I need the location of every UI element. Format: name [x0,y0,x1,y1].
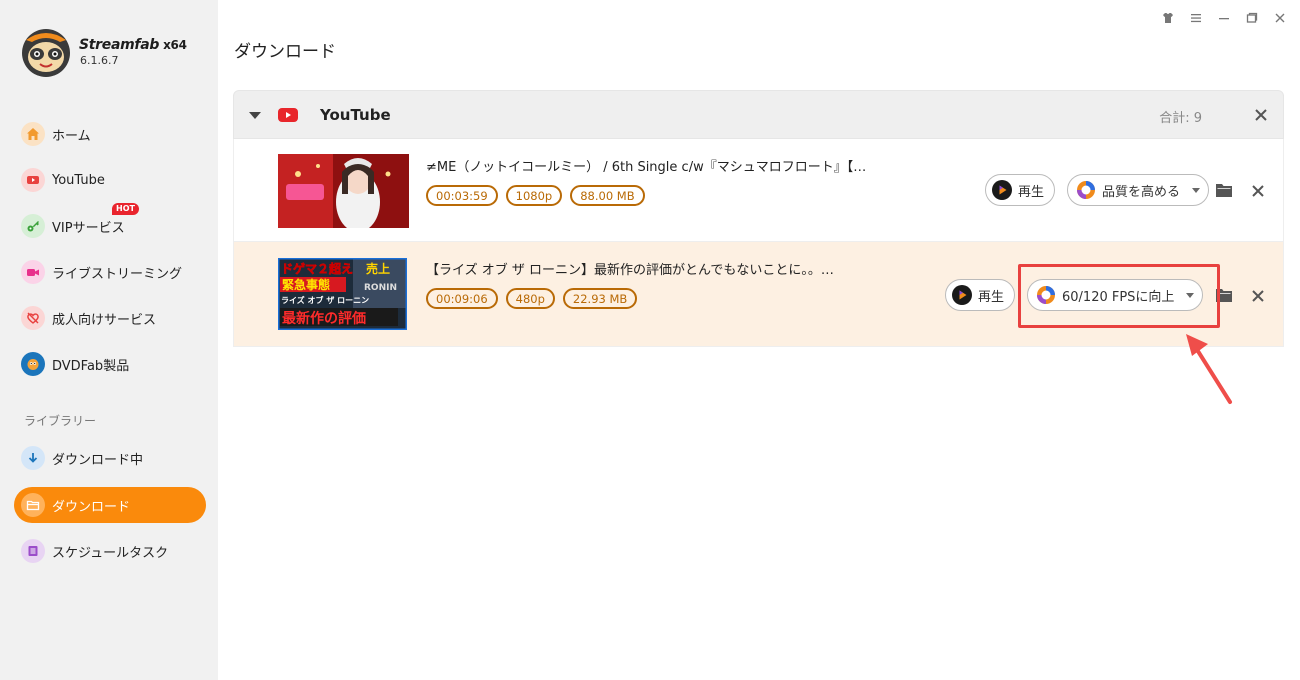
minimize-icon[interactable] [1216,10,1232,26]
list-item: ≠ME（ノットイコールミー） / 6th Single c/w『マシュマロフロー… [233,139,1284,242]
play-icon [952,285,972,305]
size-badge: 88.00 MB [570,185,645,206]
camera-icon [21,260,45,284]
window-controls [1160,10,1288,26]
thumb-text: 売上 [366,261,390,276]
thumb-text: ドゲマ２超え [281,261,353,276]
enhance-icon [1077,181,1095,199]
sidebar-item-label: VIPサービス [52,220,125,236]
sidebar-item-dvdfab[interactable]: DVDFab製品 [14,346,206,382]
size-badge: 22.93 MB [562,288,638,309]
app-version: 6.1.6.7 [80,54,119,67]
download-icon [21,446,45,470]
close-icon[interactable] [1272,10,1288,26]
enhance-label: 品質を高める [1102,184,1181,200]
youtube-logo-icon [278,108,298,122]
enhance-dropdown[interactable]: 品質を高める [1067,174,1210,206]
sidebar-item-label: ライブストリーミング [52,266,183,282]
resolution-badge: 1080p [505,185,563,206]
dvdfab-icon [21,352,45,376]
menu-icon[interactable] [1188,10,1204,26]
key-icon [21,214,45,238]
sidebar-item-vip[interactable]: VIPサービス HOT [14,203,206,244]
restore-icon[interactable] [1244,10,1260,26]
play-icon [992,180,1012,200]
video-tags: 00:09:06 480p 22.93 MB [426,288,638,309]
page-title: ダウンロード [234,42,336,62]
adult-icon [21,306,45,330]
sidebar-item-label: 成人向けサービス [52,312,157,328]
sidebar-item-label: YouTube [52,172,105,188]
group-total: 合計: 9 [1159,111,1202,126]
remove-item-icon[interactable] [1251,184,1265,198]
sidebar-item-schedule[interactable]: スケジュールタスク [14,533,206,569]
sidebar-item-downloads[interactable]: ダウンロード [14,487,206,523]
home-icon [21,122,45,146]
duration-badge: 00:09:06 [426,288,498,309]
thumb-text: 緊急事態 [282,277,330,292]
youtube-icon [21,168,45,192]
remove-item-icon[interactable] [1251,289,1265,303]
sidebar-item-live-streaming[interactable]: ライブストリーミング [14,254,206,290]
sidebar-item-label: ホーム [52,128,91,144]
thumb-text: 最新作の評価 [282,310,366,327]
streamfab-logo [22,29,70,77]
video-title: ≠ME（ノットイコールミー） / 6th Single c/w『マシュマロフロー… [426,160,867,175]
brand-arch: x64 [163,38,187,52]
sidebar-item-downloading[interactable]: ダウンロード中 [14,440,206,476]
thumb-text: RONIN [364,283,397,293]
video-title: 【ライズ オブ ザ ローニン】最新作の評価がとんでもないことに。。… [426,263,834,278]
play-button[interactable]: 再生 [985,174,1056,206]
folder-icon [21,493,45,517]
sidebar-item-home[interactable]: ホーム [14,116,206,152]
sidebar-item-label: ダウンロード [52,499,131,515]
collapse-caret-icon[interactable] [249,112,261,119]
sidebar: Streamfab x64 6.1.6.7 ホーム YouTube VIPサービス… [0,0,218,680]
annotation-arrow-icon [1186,334,1232,404]
video-thumbnail[interactable] [278,154,409,228]
sidebar-item-label: スケジュールタスク [52,545,169,561]
brand-name: Streamfab x64 [79,37,187,53]
group-close-icon[interactable] [1253,107,1269,123]
hot-badge: HOT [112,203,139,215]
app-window: Streamfab x64 6.1.6.7 ホーム YouTube VIPサービス… [0,0,1300,680]
group-title: YouTube [320,106,391,124]
sidebar-item-label: ダウンロード中 [52,452,144,468]
chevron-down-icon [1192,187,1201,193]
resolution-badge: 480p [505,288,555,309]
sidebar-item-adult[interactable]: 成人向けサービス [14,300,206,336]
sidebar-item-youtube[interactable]: YouTube [14,162,206,198]
play-label: 再生 [1018,184,1045,200]
duration-badge: 00:03:59 [426,185,498,206]
play-label: 再生 [978,289,1005,305]
sidebar-item-label: DVDFab製品 [52,358,130,374]
highlight-box [1018,264,1220,328]
thumb-text: ライズ オブ ザ ローニン [281,295,369,305]
skin-icon[interactable] [1160,10,1176,26]
video-thumbnail[interactable]: ドゲマ２超え 売上 緊急事態 RONIN ライズ オブ ザ ローニン 最新作の評… [278,258,407,330]
video-tags: 00:03:59 1080p 88.00 MB [426,185,645,206]
open-folder-icon[interactable] [1216,183,1232,197]
library-section-label: ライブラリー [24,414,97,428]
play-button[interactable]: 再生 [945,279,1016,311]
schedule-icon [21,539,45,563]
group-header: YouTube 合計: 9 [233,90,1284,139]
